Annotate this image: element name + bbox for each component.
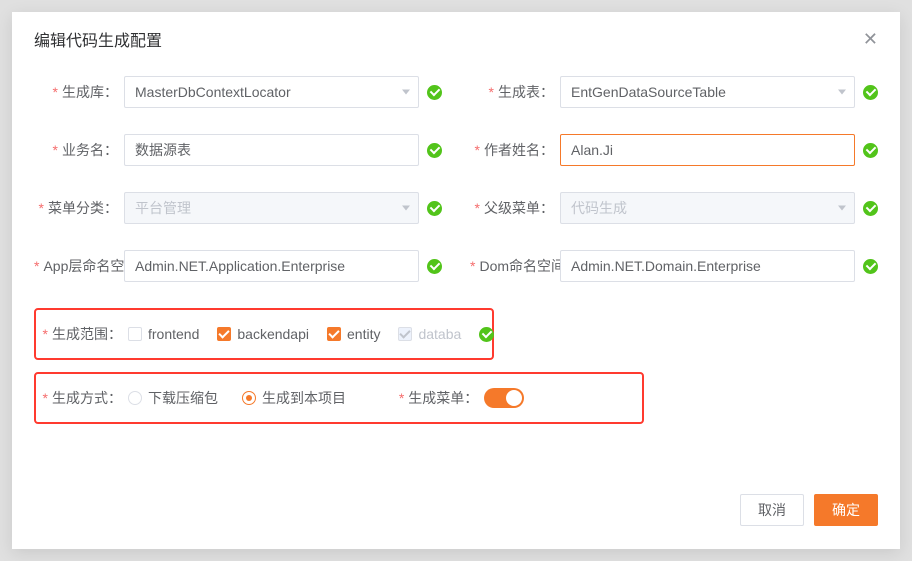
- select-text: 代码生成: [571, 198, 627, 218]
- label-author: 作者姓名：: [470, 140, 560, 160]
- control-gen-table: EntGenDataSourceTable: [560, 76, 878, 108]
- check-icon: [427, 85, 442, 100]
- form-item-scope: 生成范围： frontend backendapi entity: [42, 324, 494, 344]
- check-icon: [479, 327, 494, 342]
- control-app-ns: Admin.NET.Application.Enterprise: [124, 250, 442, 282]
- input-text: Admin.NET.Application.Enterprise: [135, 258, 345, 274]
- check-icon: [863, 201, 878, 216]
- form-row: App层命名空 Admin.NET.Application.Enterprise…: [34, 250, 878, 282]
- dialog: 编辑代码生成配置 ✕ 生成库： MasterDbContextLocator 生…: [12, 12, 900, 549]
- form-row: 业务名： 数据源表 作者姓名： Alan.Ji: [34, 134, 878, 166]
- label-parent-menu: 父级菜单：: [470, 198, 560, 218]
- form-item-gen-lib: 生成库： MasterDbContextLocator: [34, 76, 442, 108]
- select-text: MasterDbContextLocator: [135, 84, 291, 100]
- label-gen-menu: 生成菜单：: [398, 388, 484, 408]
- label-scope: 生成范围：: [42, 324, 128, 344]
- checkbox-box-icon: [128, 327, 142, 341]
- input-text: Alan.Ji: [571, 142, 613, 158]
- input-app-ns[interactable]: Admin.NET.Application.Enterprise: [124, 250, 419, 282]
- control-mode: 下载压缩包 生成到本项目: [128, 388, 370, 408]
- dialog-body: 生成库： MasterDbContextLocator 生成表： EntGenD…: [12, 66, 900, 489]
- check-icon: [427, 143, 442, 158]
- form-item-mode: 生成方式： 下载压缩包 生成到本项目: [42, 388, 370, 408]
- input-text: 数据源表: [135, 140, 191, 160]
- close-icon[interactable]: ✕: [863, 30, 878, 48]
- select-gen-lib[interactable]: MasterDbContextLocator: [124, 76, 419, 108]
- checkbox-label: backendapi: [237, 326, 309, 342]
- ok-button[interactable]: 确定: [814, 494, 878, 526]
- radio-download[interactable]: 下载压缩包: [128, 388, 218, 408]
- control-parent-menu: 代码生成: [560, 192, 878, 224]
- select-parent-menu[interactable]: 代码生成: [560, 192, 855, 224]
- form-row: 菜单分类： 平台管理 父级菜单： 代码生成: [34, 192, 878, 224]
- label-biz-name: 业务名：: [34, 140, 124, 160]
- form-item-dom-ns: Dom命名空间 Admin.NET.Domain.Enterprise: [470, 250, 878, 282]
- check-icon: [427, 201, 442, 216]
- checkbox-frontend[interactable]: frontend: [128, 326, 199, 342]
- checkbox-box-icon: [398, 327, 412, 341]
- form-item-parent-menu: 父级菜单： 代码生成: [470, 192, 878, 224]
- label-mode: 生成方式：: [42, 388, 128, 408]
- check-icon: [863, 259, 878, 274]
- dialog-header: 编辑代码生成配置 ✕: [12, 12, 900, 66]
- control-biz-name: 数据源表: [124, 134, 442, 166]
- control-author: Alan.Ji: [560, 134, 878, 166]
- input-dom-ns[interactable]: Admin.NET.Domain.Enterprise: [560, 250, 855, 282]
- form-item-menu-category: 菜单分类： 平台管理: [34, 192, 442, 224]
- form-item-biz-name: 业务名： 数据源表: [34, 134, 442, 166]
- form-row: 生成库： MasterDbContextLocator 生成表： EntGenD…: [34, 76, 878, 108]
- control-gen-lib: MasterDbContextLocator: [124, 76, 442, 108]
- control-menu-category: 平台管理: [124, 192, 442, 224]
- input-author[interactable]: Alan.Ji: [560, 134, 855, 166]
- radio-label: 生成到本项目: [262, 388, 346, 408]
- input-text: Admin.NET.Domain.Enterprise: [571, 258, 761, 274]
- checkbox-label: databa: [418, 326, 461, 342]
- label-dom-ns: Dom命名空间: [470, 256, 560, 276]
- checkbox-box-icon: [327, 327, 341, 341]
- checkbox-backendapi[interactable]: backendapi: [217, 326, 309, 342]
- radio-icon: [242, 391, 256, 405]
- form-row-mode: 生成方式： 下载压缩包 生成到本项目 生成菜单：: [42, 388, 636, 408]
- check-icon: [427, 259, 442, 274]
- label-gen-lib: 生成库：: [34, 82, 124, 102]
- control-gen-menu: [484, 388, 636, 408]
- chevron-down-icon: [402, 90, 410, 95]
- dialog-footer: 取消 确定: [12, 489, 900, 549]
- input-biz-name[interactable]: 数据源表: [124, 134, 419, 166]
- form-item-gen-menu: 生成菜单：: [398, 388, 636, 408]
- check-icon: [863, 143, 878, 158]
- label-app-ns: App层命名空: [34, 256, 124, 276]
- highlight-mode: 生成方式： 下载压缩包 生成到本项目 生成菜单：: [34, 372, 644, 424]
- checkbox-entity[interactable]: entity: [327, 326, 380, 342]
- form-row-scope: 生成范围： frontend backendapi entity: [42, 324, 486, 344]
- form-item-app-ns: App层命名空 Admin.NET.Application.Enterprise: [34, 250, 442, 282]
- dialog-title: 编辑代码生成配置: [34, 27, 162, 51]
- checkbox-label: entity: [347, 326, 380, 342]
- select-text: EntGenDataSourceTable: [571, 84, 726, 100]
- highlight-scope: 生成范围： frontend backendapi entity: [34, 308, 494, 360]
- label-gen-table: 生成表：: [470, 82, 560, 102]
- checkbox-box-icon: [217, 327, 231, 341]
- chevron-down-icon: [838, 206, 846, 211]
- label-menu-category: 菜单分类：: [34, 198, 124, 218]
- select-text: 平台管理: [135, 198, 191, 218]
- checkbox-database: databa: [398, 326, 461, 342]
- radio-icon: [128, 391, 142, 405]
- chevron-down-icon: [402, 206, 410, 211]
- checkbox-label: frontend: [148, 326, 199, 342]
- select-menu-category[interactable]: 平台管理: [124, 192, 419, 224]
- control-scope: frontend backendapi entity databa: [128, 326, 494, 342]
- switch-gen-menu[interactable]: [484, 388, 524, 408]
- form-item-gen-table: 生成表： EntGenDataSourceTable: [470, 76, 878, 108]
- radio-label: 下载压缩包: [148, 388, 218, 408]
- chevron-down-icon: [838, 90, 846, 95]
- check-icon: [863, 85, 878, 100]
- radio-to-project[interactable]: 生成到本项目: [242, 388, 346, 408]
- select-gen-table[interactable]: EntGenDataSourceTable: [560, 76, 855, 108]
- cancel-button[interactable]: 取消: [740, 494, 804, 526]
- form-item-author: 作者姓名： Alan.Ji: [470, 134, 878, 166]
- control-dom-ns: Admin.NET.Domain.Enterprise: [560, 250, 878, 282]
